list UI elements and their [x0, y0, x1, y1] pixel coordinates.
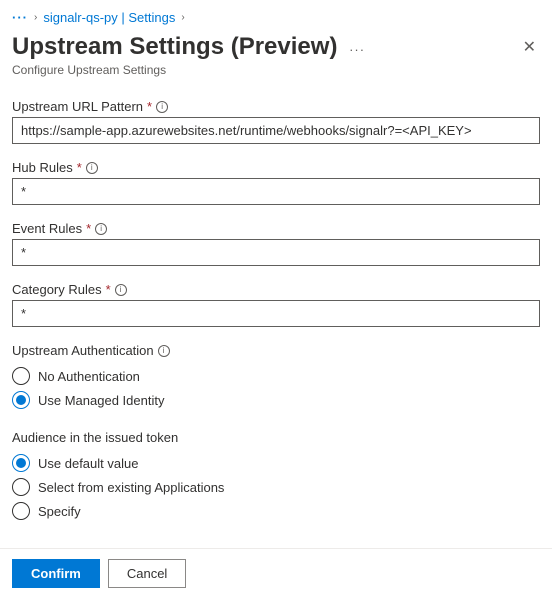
category-rules-label: Category Rules	[12, 282, 102, 297]
info-icon[interactable]: i	[86, 162, 98, 174]
chevron-right-icon: ›	[34, 12, 37, 23]
required-indicator: *	[86, 221, 91, 236]
more-icon[interactable]: ···	[349, 42, 365, 57]
info-icon[interactable]: i	[115, 284, 127, 296]
cancel-button[interactable]: Cancel	[108, 559, 186, 588]
audience-section-label: Audience in the issued token	[12, 430, 178, 445]
hub-rules-label: Hub Rules	[12, 160, 73, 175]
page-subtitle: Configure Upstream Settings	[12, 63, 540, 77]
required-indicator: *	[106, 282, 111, 297]
audience-option-default-label: Use default value	[38, 456, 138, 471]
audience-option-default[interactable]: Use default value	[12, 451, 540, 475]
info-icon[interactable]: i	[156, 101, 168, 113]
audience-option-select[interactable]: Select from existing Applications	[12, 475, 540, 499]
required-indicator: *	[77, 160, 82, 175]
page-title: Upstream Settings (Preview)	[12, 33, 337, 60]
breadcrumb-ellipsis[interactable]: ···	[12, 10, 28, 25]
auth-section-label: Upstream Authentication	[12, 343, 154, 358]
auth-option-managed-label: Use Managed Identity	[38, 393, 164, 408]
category-rules-input[interactable]	[12, 300, 540, 327]
auth-option-managed[interactable]: Use Managed Identity	[12, 388, 540, 412]
audience-option-specify-label: Specify	[38, 504, 81, 519]
radio-icon	[12, 454, 30, 472]
radio-icon	[12, 478, 30, 496]
info-icon[interactable]: i	[158, 345, 170, 357]
radio-icon	[12, 391, 30, 409]
radio-icon	[12, 367, 30, 385]
close-button[interactable]: ✕	[519, 33, 540, 61]
footer: Confirm Cancel	[0, 548, 552, 602]
auth-option-none[interactable]: No Authentication	[12, 364, 540, 388]
url-pattern-input[interactable]	[12, 117, 540, 144]
url-pattern-label: Upstream URL Pattern	[12, 99, 143, 114]
radio-icon	[12, 502, 30, 520]
audience-option-select-label: Select from existing Applications	[38, 480, 224, 495]
breadcrumb-link[interactable]: signalr-qs-py | Settings	[43, 10, 175, 25]
chevron-right-icon: ›	[181, 12, 184, 23]
hub-rules-input[interactable]	[12, 178, 540, 205]
confirm-button[interactable]: Confirm	[12, 559, 100, 588]
auth-option-none-label: No Authentication	[38, 369, 140, 384]
event-rules-input[interactable]	[12, 239, 540, 266]
info-icon[interactable]: i	[95, 223, 107, 235]
event-rules-label: Event Rules	[12, 221, 82, 236]
required-indicator: *	[147, 99, 152, 114]
audience-option-specify[interactable]: Specify	[12, 499, 540, 523]
breadcrumb: ··· › signalr-qs-py | Settings ›	[12, 10, 540, 25]
